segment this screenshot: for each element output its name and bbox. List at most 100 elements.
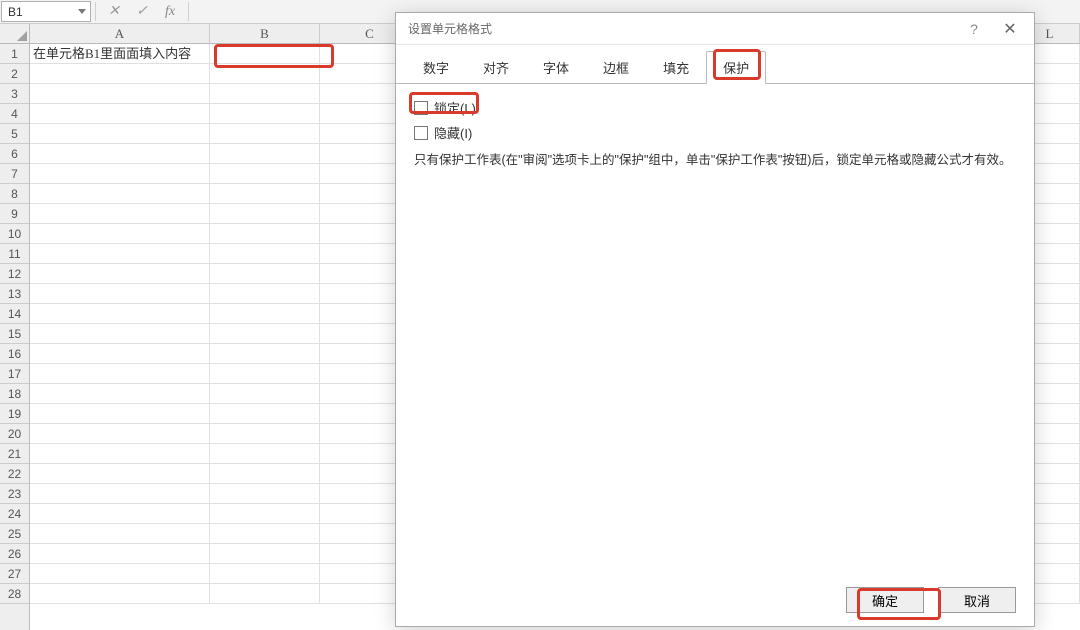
row-header[interactable]: 15 <box>0 324 29 344</box>
row-header[interactable]: 5 <box>0 124 29 144</box>
cell[interactable] <box>30 344 210 364</box>
cell[interactable] <box>210 384 320 404</box>
row-header[interactable]: 13 <box>0 284 29 304</box>
cell[interactable] <box>30 224 210 244</box>
row-header[interactable]: 11 <box>0 244 29 264</box>
formula-cancel-icon[interactable]: ✕ <box>100 0 128 23</box>
ok-button[interactable]: 确定 <box>846 587 924 613</box>
cell[interactable] <box>30 544 210 564</box>
tab-protection[interactable]: 保护 <box>706 51 766 84</box>
cell[interactable] <box>210 544 320 564</box>
cell[interactable] <box>210 524 320 544</box>
cell[interactable] <box>30 304 210 324</box>
cell[interactable] <box>210 104 320 124</box>
row-header[interactable]: 16 <box>0 344 29 364</box>
col-header-b[interactable]: B <box>210 24 320 43</box>
cell[interactable] <box>210 164 320 184</box>
row-header[interactable]: 4 <box>0 104 29 124</box>
cell[interactable] <box>30 104 210 124</box>
formula-confirm-icon[interactable]: ✓ <box>128 0 156 23</box>
cell[interactable] <box>210 64 320 84</box>
cell[interactable] <box>30 404 210 424</box>
cell[interactable] <box>30 184 210 204</box>
row-header[interactable]: 20 <box>0 424 29 444</box>
cell[interactable] <box>210 364 320 384</box>
cell[interactable] <box>210 144 320 164</box>
cell[interactable] <box>30 444 210 464</box>
cell[interactable] <box>210 484 320 504</box>
cell[interactable] <box>30 204 210 224</box>
cancel-button[interactable]: 取消 <box>938 587 1016 613</box>
cell[interactable] <box>30 584 210 604</box>
cell[interactable] <box>210 224 320 244</box>
col-header-a[interactable]: A <box>30 24 210 43</box>
cell-b1[interactable] <box>210 44 320 64</box>
cell[interactable] <box>210 84 320 104</box>
cell[interactable] <box>30 164 210 184</box>
row-header[interactable]: 24 <box>0 504 29 524</box>
row-header[interactable]: 17 <box>0 364 29 384</box>
select-all-corner[interactable] <box>0 24 30 44</box>
tab-number[interactable]: 数字 <box>406 51 466 84</box>
row-header[interactable]: 27 <box>0 564 29 584</box>
cell[interactable] <box>210 204 320 224</box>
row-header[interactable]: 25 <box>0 524 29 544</box>
cell[interactable] <box>210 124 320 144</box>
cell[interactable] <box>210 564 320 584</box>
cell[interactable] <box>30 284 210 304</box>
cell[interactable] <box>210 284 320 304</box>
row-header[interactable]: 7 <box>0 164 29 184</box>
tab-font[interactable]: 字体 <box>526 51 586 84</box>
row-header[interactable]: 12 <box>0 264 29 284</box>
tab-alignment[interactable]: 对齐 <box>466 51 526 84</box>
cell[interactable] <box>30 244 210 264</box>
row-header[interactable]: 8 <box>0 184 29 204</box>
cell[interactable] <box>30 564 210 584</box>
tab-fill[interactable]: 填充 <box>646 51 706 84</box>
dialog-titlebar[interactable]: 设置单元格格式 ? ✕ <box>396 13 1034 45</box>
cell[interactable] <box>30 384 210 404</box>
cell[interactable] <box>30 504 210 524</box>
cell[interactable] <box>30 64 210 84</box>
tab-border[interactable]: 边框 <box>586 51 646 84</box>
cell[interactable] <box>30 144 210 164</box>
cell[interactable] <box>30 324 210 344</box>
row-header[interactable]: 9 <box>0 204 29 224</box>
row-header[interactable]: 2 <box>0 64 29 84</box>
cell-a1[interactable]: 在单元格B1里面面填入内容 <box>30 44 210 64</box>
cell[interactable] <box>30 264 210 284</box>
row-header[interactable]: 14 <box>0 304 29 324</box>
row-header[interactable]: 28 <box>0 584 29 604</box>
row-header[interactable]: 22 <box>0 464 29 484</box>
row-header[interactable]: 6 <box>0 144 29 164</box>
cell[interactable] <box>210 444 320 464</box>
chevron-down-icon[interactable] <box>78 9 86 14</box>
row-header[interactable]: 3 <box>0 84 29 104</box>
row-header[interactable]: 10 <box>0 224 29 244</box>
cell[interactable] <box>210 584 320 604</box>
name-box[interactable]: B1 <box>1 1 91 22</box>
cell[interactable] <box>30 124 210 144</box>
lock-checkbox[interactable] <box>414 101 428 115</box>
cell[interactable] <box>210 344 320 364</box>
fx-icon[interactable]: fx <box>156 0 184 23</box>
row-header[interactable]: 1 <box>0 44 29 64</box>
cell[interactable] <box>210 424 320 444</box>
cell[interactable] <box>210 244 320 264</box>
row-header[interactable]: 18 <box>0 384 29 404</box>
cell[interactable] <box>30 364 210 384</box>
cell[interactable] <box>30 84 210 104</box>
row-header[interactable]: 23 <box>0 484 29 504</box>
cell[interactable] <box>30 424 210 444</box>
cell[interactable] <box>210 404 320 424</box>
cell[interactable] <box>30 484 210 504</box>
row-header[interactable]: 19 <box>0 404 29 424</box>
row-header[interactable]: 26 <box>0 544 29 564</box>
help-icon[interactable]: ? <box>956 21 992 37</box>
close-icon[interactable]: ✕ <box>992 19 1028 39</box>
cell[interactable] <box>210 264 320 284</box>
cell[interactable] <box>210 304 320 324</box>
hidden-checkbox[interactable] <box>414 126 428 140</box>
cell[interactable] <box>30 524 210 544</box>
cell[interactable] <box>210 504 320 524</box>
